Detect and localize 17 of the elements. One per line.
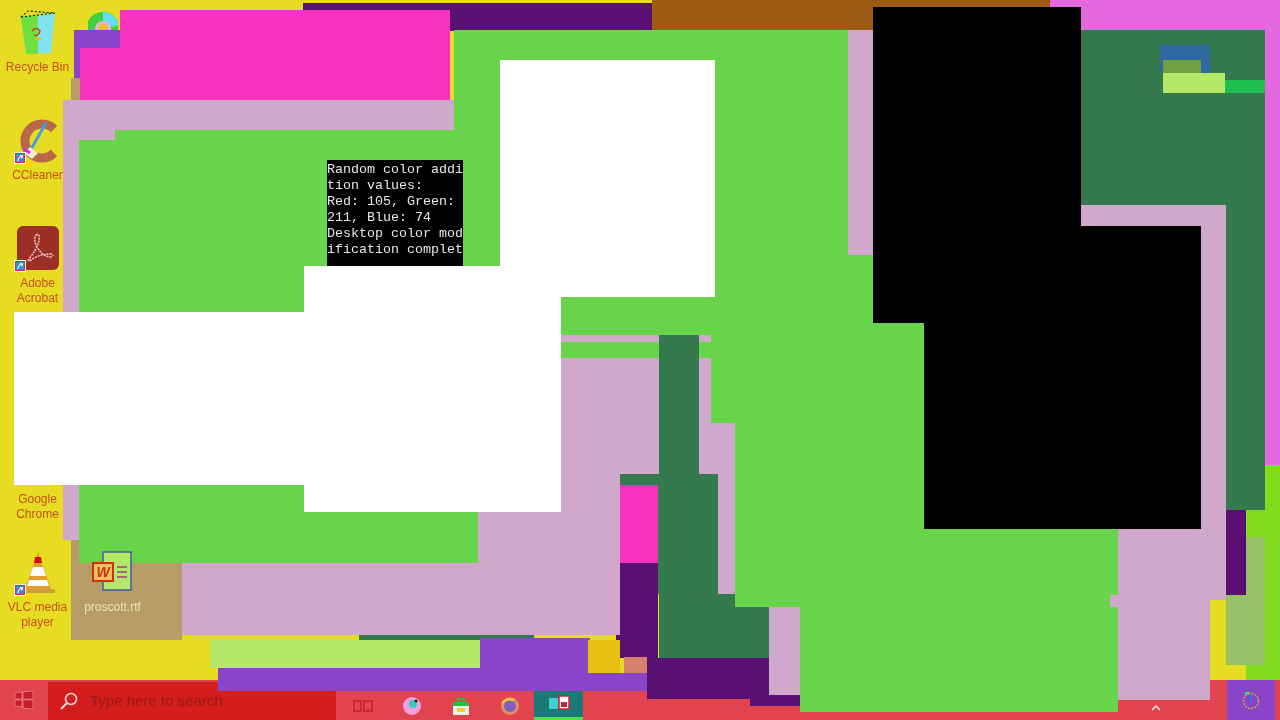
icon-label[interactable]: Adobe Acrobat — [2, 276, 73, 306]
search-field[interactable]: Type here to search — [90, 689, 240, 713]
icon-label[interactable]: VLC media player — [2, 600, 73, 630]
round-app-icon — [400, 695, 423, 716]
notification-button[interactable] — [1227, 680, 1275, 720]
icon-label[interactable]: proscott.rtf — [84, 600, 141, 615]
icon-label[interactable]: Google Chrome — [2, 492, 73, 522]
swirl-logo-icon[interactable] — [15, 225, 60, 271]
windows-logo-icon — [14, 690, 34, 710]
chevron-icon — [1151, 704, 1161, 712]
search-icon — [60, 692, 78, 710]
globe-icon — [498, 695, 521, 716]
ring-icon — [1241, 690, 1261, 710]
icon-label[interactable]: Recycle Bin — [5, 60, 70, 75]
console-output: Random color addition values: Red: 105, Green: 211, Blue: 74 Desktop color modification complet — [327, 162, 463, 258]
icon-label[interactable]: CCleaner — [12, 168, 63, 183]
taskbar-app-button[interactable] — [534, 691, 583, 720]
